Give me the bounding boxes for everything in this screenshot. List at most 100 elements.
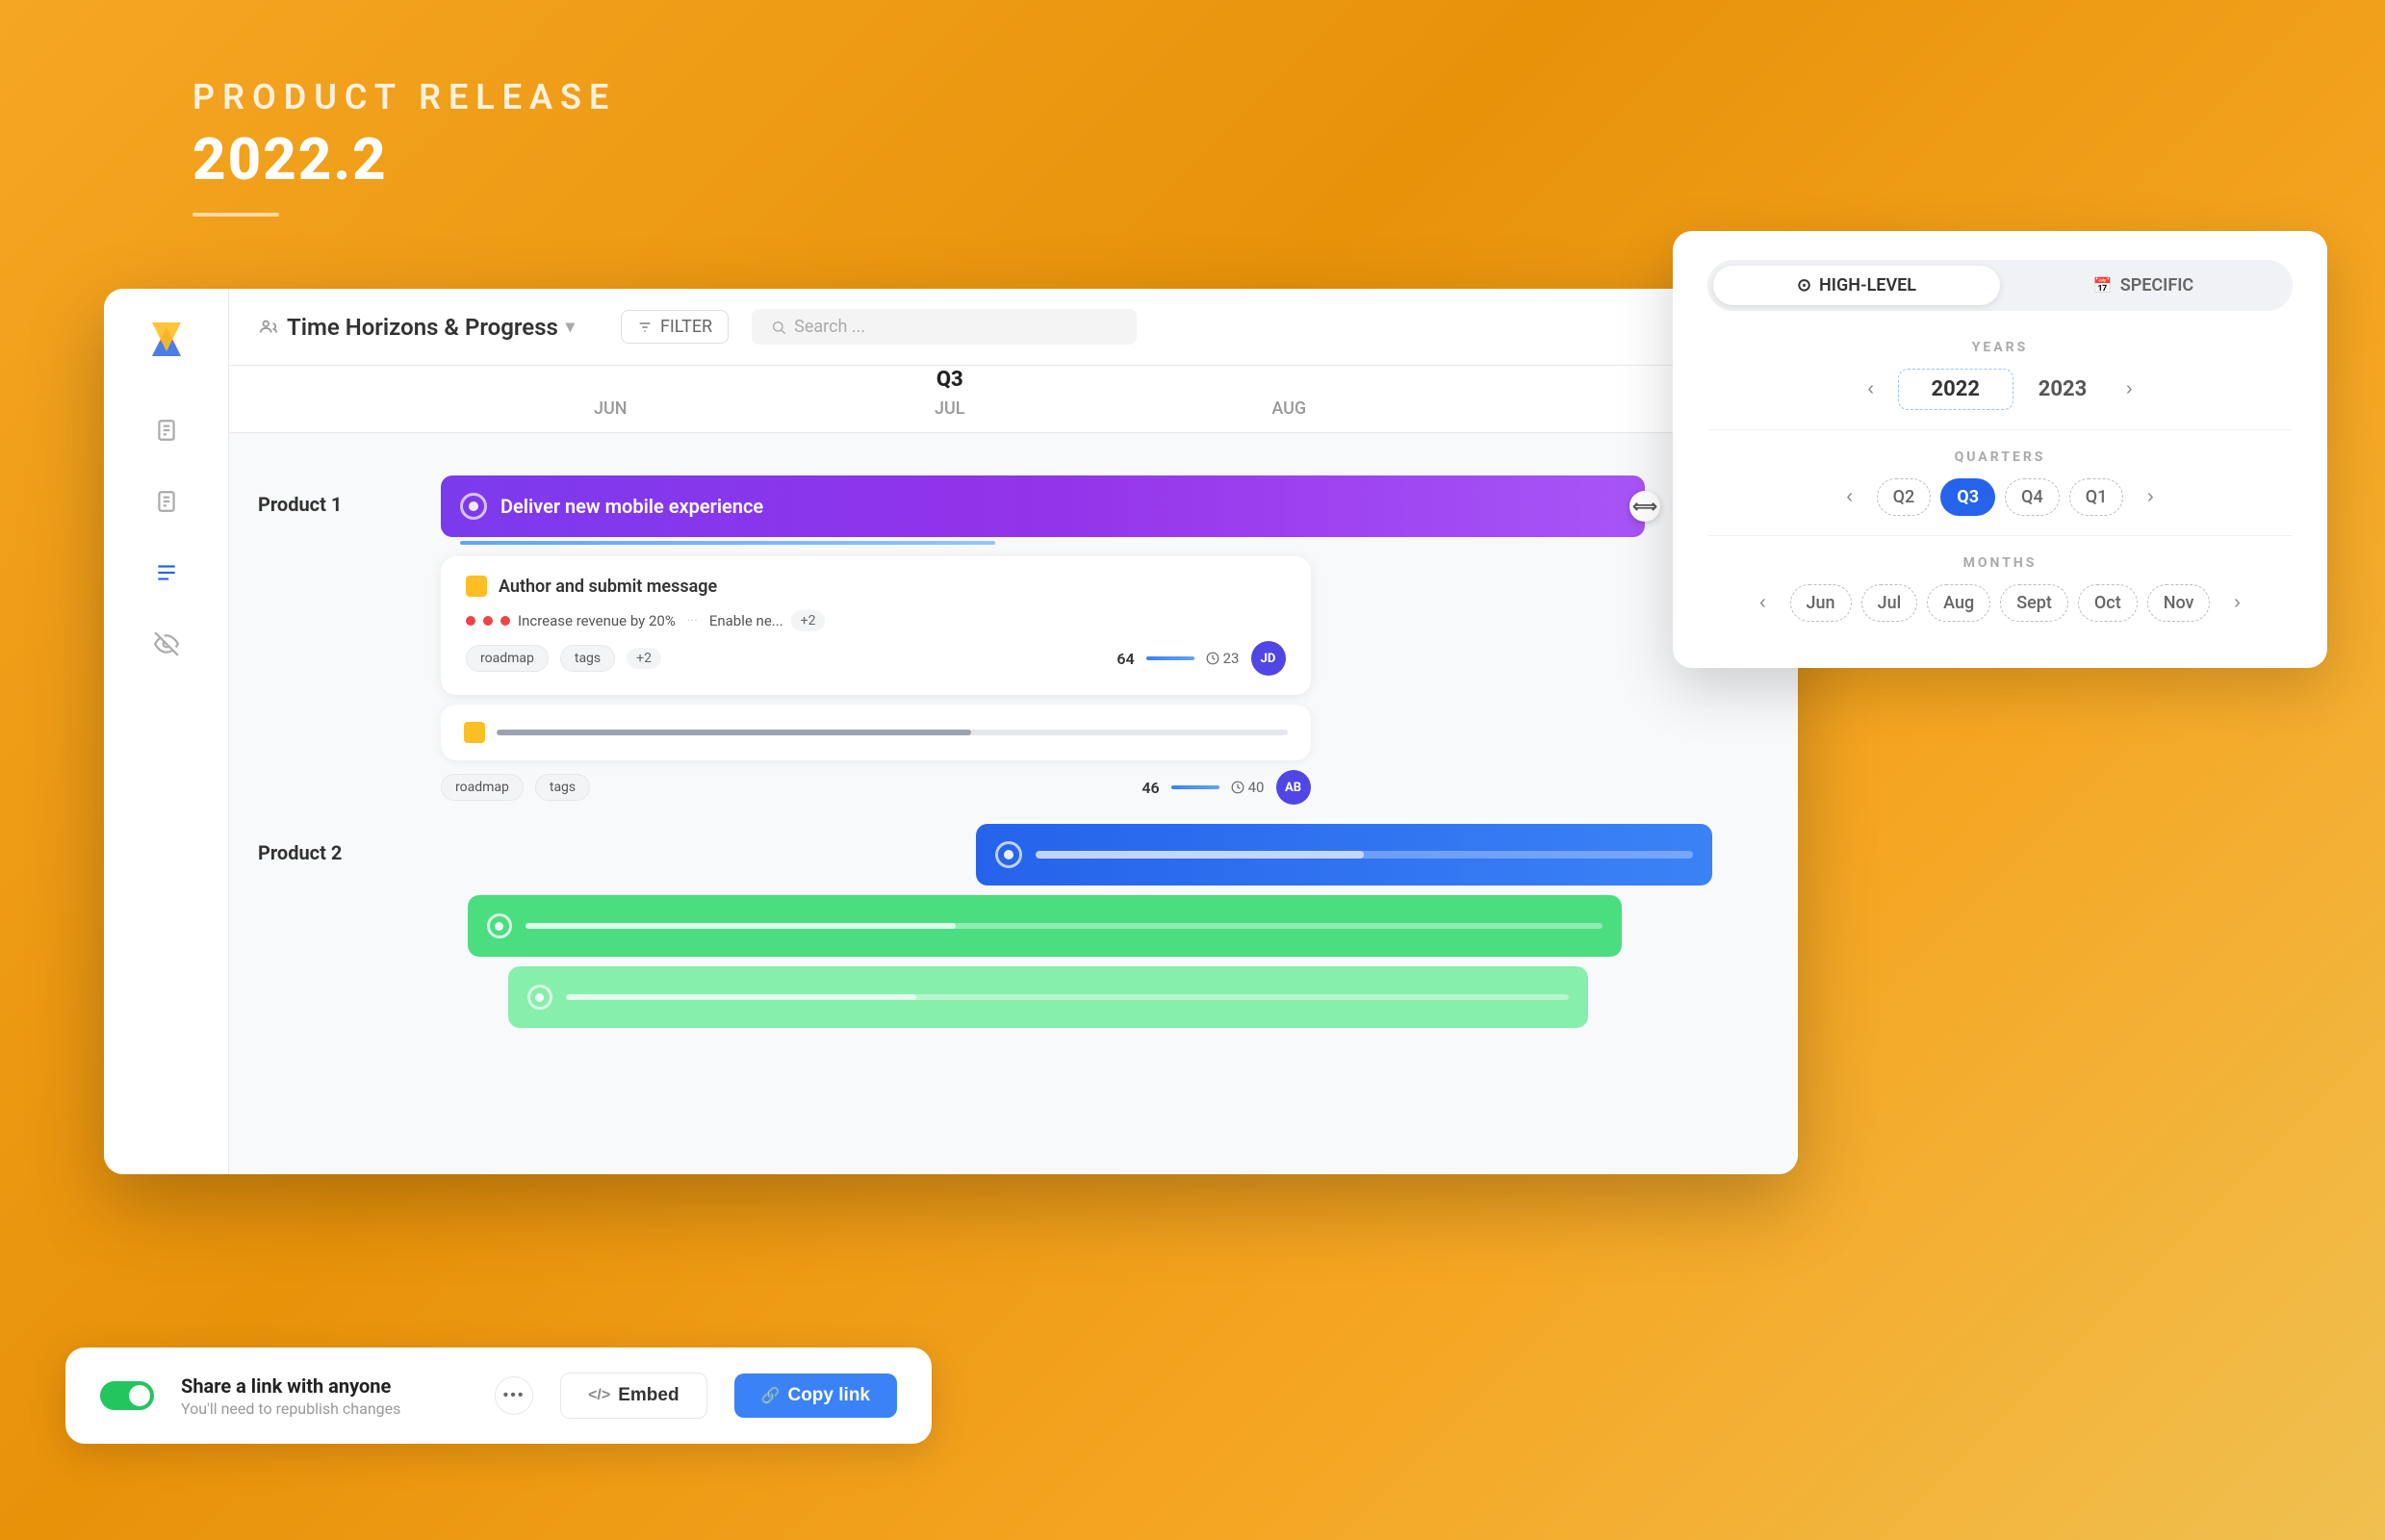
second-bar-progress-bg [497, 730, 1288, 735]
drag-handle[interactable]: ⟺ [1629, 491, 1660, 522]
quarters-items: Q2 Q3 Q4 Q1 [1877, 478, 2124, 516]
card-item-title: Author and submit message [499, 577, 717, 597]
product1-label: Product 1 [229, 475, 441, 516]
quarter-q3[interactable]: Q3 [1940, 478, 1995, 516]
card-sub-row: Increase revenue by 20% ··· Enable ne...… [466, 610, 1286, 631]
product1-section: Product 1 Deliver new mobile experience … [229, 456, 1798, 814]
product2-label: Product 2 [229, 824, 441, 864]
timeline-body: Product 1 Deliver new mobile experience … [229, 433, 1798, 1174]
months-prev-btn[interactable]: ‹ [1746, 586, 1781, 621]
sidebar-icon-roadmap[interactable] [150, 556, 183, 589]
calendar-tabs: ⊙ HIGH-LEVEL 📅 SPECIFIC [1707, 260, 2293, 311]
year-2022[interactable]: 2022 [1898, 369, 2013, 410]
month-jun[interactable]: Jun [1790, 584, 1852, 622]
red-dot-3 [500, 616, 510, 626]
green1-circle-icon [487, 913, 512, 938]
month-aug-col: AUG [1119, 398, 1459, 419]
years-next-btn[interactable]: › [2112, 372, 2146, 407]
share-more-button[interactable]: ••• [495, 1376, 533, 1415]
users-icon [258, 317, 279, 338]
quarter-q2[interactable]: Q2 [1877, 478, 1932, 516]
sidebar-icon-list[interactable] [150, 485, 183, 518]
months-row: ‹ Jun Jul Aug Sept Oct Nov › [1707, 584, 2293, 622]
tab-specific[interactable]: 📅 SPECIFIC [2000, 266, 2287, 305]
month-aug-label: AUG [1271, 398, 1306, 419]
quarter-q4[interactable]: Q4 [2005, 478, 2060, 516]
product2-green1-bar-wrapper [468, 895, 1779, 957]
embed-label: Embed [618, 1385, 679, 1406]
share-toggle[interactable] [100, 1381, 154, 1410]
month-oct[interactable]: Oct [2078, 584, 2138, 622]
quarters-label: QUARTERS [1707, 449, 2293, 465]
green2-inner-progress [566, 994, 1569, 1000]
second-num-stat: 46 [1141, 779, 1159, 797]
embed-code-icon: </> [588, 1387, 610, 1404]
years-prev-btn[interactable]: ‹ [1854, 372, 1888, 407]
product1-expanded-card: Author and submit message Increase reven… [441, 556, 1311, 695]
quarters-prev-btn[interactable]: ‹ [1833, 480, 1867, 515]
tab-high-level[interactable]: ⊙ HIGH-LEVEL [1713, 266, 2000, 305]
dropdown-arrow[interactable]: ▾ [566, 317, 575, 337]
plus-badge: +2 [791, 610, 826, 631]
view-title: Time Horizons & Progress [287, 314, 558, 341]
card-header-row: Author and submit message [466, 576, 1286, 597]
month-aug[interactable]: Aug [1927, 584, 1990, 622]
sidebar [104, 289, 229, 1174]
month-jun-label: JUN [594, 398, 628, 419]
q3-label: Q3 [936, 368, 963, 392]
copy-link-button[interactable]: 🔗 Copy link [734, 1373, 897, 1418]
green2-circle-icon [527, 985, 552, 1010]
red-dot-1 [466, 616, 475, 626]
second-bar-icon [464, 722, 485, 743]
month-jul-label: JUL [935, 398, 965, 419]
filter-label: FILTER [660, 317, 712, 337]
divider-2 [1707, 535, 2293, 536]
tag-tags[interactable]: tags [560, 645, 615, 672]
second-tag-tags[interactable]: tags [535, 774, 590, 801]
main-content: Time Horizons & Progress ▾ FILTER Search… [229, 289, 1798, 1174]
sub-item-1: Increase revenue by 20% [518, 612, 676, 629]
yellow-status-icon [466, 576, 487, 597]
embed-button[interactable]: </> Embed [560, 1373, 707, 1419]
tab-specific-label: SPECIFIC [2120, 275, 2193, 295]
quarters-next-btn[interactable]: › [2133, 480, 2167, 515]
header-subtitle: PRODUCT RELEASE [192, 77, 616, 117]
timeline-header: JUN Q3 JUL AUG [229, 366, 1798, 433]
product2-green2-bar-wrapper [508, 966, 1780, 1028]
search-placeholder: Search ... [794, 317, 865, 337]
product2-green2-bar[interactable] [508, 966, 1588, 1028]
app-logo[interactable] [142, 318, 191, 366]
product1-second-bar [441, 705, 1311, 760]
header-title: 2022.2 [192, 125, 616, 193]
card-mini-progress [1146, 656, 1194, 660]
sidebar-icon-eye-slash[interactable] [150, 628, 183, 660]
month-jul[interactable]: Jul [1861, 584, 1918, 622]
month-jun-col: JUN [441, 398, 781, 419]
second-bar-progress-fill [497, 730, 971, 735]
month-sept[interactable]: Sept [2000, 584, 2068, 622]
divider-1 [1707, 429, 2293, 430]
quarter-q1[interactable]: Q1 [2069, 478, 2124, 516]
card-footer: roadmap tags +2 64 23 JD [466, 641, 1286, 676]
bar-progress-indicator [460, 541, 995, 545]
filter-button[interactable]: FILTER [621, 310, 729, 344]
search-bar[interactable]: Search ... [752, 309, 1137, 345]
second-tag-roadmap[interactable]: roadmap [441, 774, 524, 801]
month-nov[interactable]: Nov [2147, 584, 2211, 622]
share-text: Share a link with anyone You'll need to … [181, 1374, 468, 1418]
month-jul-col: Q3 JUL [781, 398, 1120, 419]
product2-row: Product 2 [229, 824, 1798, 1028]
months-next-btn[interactable]: › [2219, 586, 2254, 621]
product2-blue-bar[interactable] [976, 824, 1712, 886]
year-2023[interactable]: 2023 [2023, 377, 2103, 401]
product1-main-bar[interactable]: Deliver new mobile experience ⟺ [441, 475, 1645, 537]
card-time-stat: 23 [1206, 650, 1240, 667]
card-num-stat: 64 [1116, 650, 1134, 668]
second-avatar: AB [1276, 770, 1311, 805]
share-title: Share a link with anyone [181, 1374, 468, 1398]
tag-roadmap[interactable]: roadmap [466, 645, 549, 672]
sidebar-icon-document[interactable] [150, 414, 183, 447]
product2-green1-bar[interactable] [468, 895, 1622, 957]
blue-bar-inner-progress [1036, 851, 1693, 859]
tag-extra: +2 [627, 648, 661, 669]
